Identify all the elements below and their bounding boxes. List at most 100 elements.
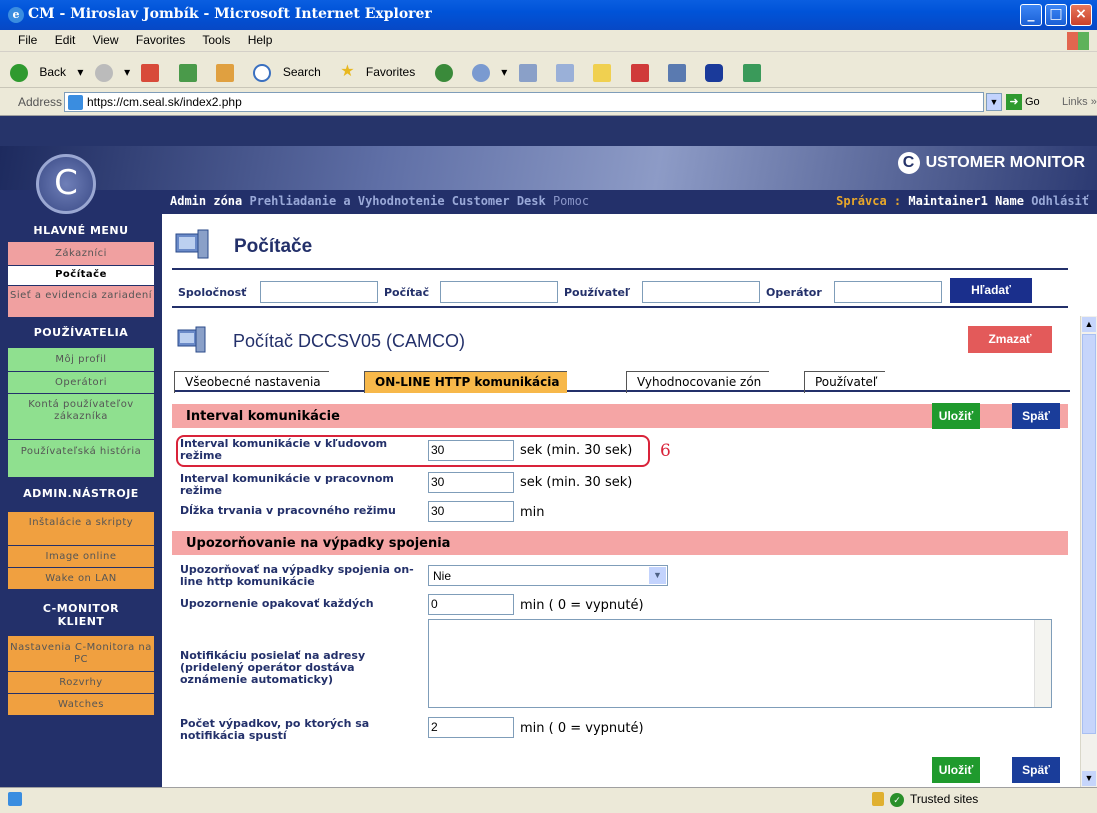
- mail-button[interactable]: ▾: [471, 63, 507, 82]
- menu-edit[interactable]: Edit: [55, 33, 76, 47]
- nav-customer-desk[interactable]: Customer Desk: [452, 194, 546, 208]
- tab-user[interactable]: Používateľ: [804, 371, 886, 393]
- favorites-button[interactable]: ★ Favorites: [340, 61, 423, 81]
- company-input[interactable]: [260, 281, 378, 303]
- sidebar-item-schedules[interactable]: Rozvrhy: [8, 672, 154, 694]
- menu-tools[interactable]: Tools: [202, 33, 230, 47]
- logout-link[interactable]: Odhlásiť: [1031, 194, 1089, 208]
- sidebar-item-computers[interactable]: Počítače: [8, 266, 154, 286]
- annotation-marker: 6: [660, 441, 671, 461]
- bluetooth-button[interactable]: [705, 63, 731, 82]
- save-button-bottom[interactable]: Uložiť: [932, 757, 980, 783]
- extra-button[interactable]: [742, 63, 769, 82]
- tab-bar: Všeobecné nastavenia ON-LINE HTTP komuni…: [174, 368, 1070, 393]
- note-button[interactable]: [593, 63, 619, 82]
- sidebar-item-wake-on-lan[interactable]: Wake on LAN: [8, 568, 154, 590]
- company-label: Spoločnosť: [178, 286, 247, 299]
- app-logo-icon: C: [36, 154, 96, 214]
- home-button[interactable]: [216, 63, 242, 82]
- textarea-scrollbar[interactable]: [1034, 620, 1051, 707]
- window-title: CM - Miroslav Jombík - Microsoft Interne…: [28, 6, 432, 22]
- scroll-down-icon[interactable]: ▼: [1082, 771, 1096, 786]
- sidebar-item-installations[interactable]: Inštalácie a skripty: [8, 512, 154, 546]
- menu-view[interactable]: View: [93, 33, 119, 47]
- tab-online-http[interactable]: ON-LINE HTTP komunikácia: [364, 371, 568, 393]
- emails-label: Notifikáciu posielať na adresy (pridelen…: [180, 649, 366, 686]
- delete-button[interactable]: Zmazať: [968, 326, 1052, 353]
- page-scrollbar[interactable]: ▲ ▼: [1080, 316, 1097, 787]
- sidebar-item-network[interactable]: Sieť a evidencia zariadení: [8, 286, 154, 318]
- search-button[interactable]: Hľadať: [950, 278, 1032, 303]
- operator-label: Operátor: [766, 286, 822, 299]
- nav-admin-zone[interactable]: Admin zóna: [170, 194, 242, 208]
- sidebar-item-user-history[interactable]: Používateľská história: [8, 440, 154, 478]
- sidebar-item-operators[interactable]: Operátori: [8, 372, 154, 394]
- work-duration-input[interactable]: 30: [428, 501, 514, 522]
- menu-file[interactable]: File: [18, 33, 37, 47]
- tab-zone-evaluation[interactable]: Vyhodnocovanie zón: [626, 371, 770, 393]
- computers-icon: [175, 229, 209, 259]
- sidebar-item-my-profile[interactable]: Môj profil: [8, 348, 154, 372]
- refresh-button[interactable]: [178, 63, 205, 82]
- user-name: Maintainer1 Name: [908, 194, 1024, 208]
- sidebar-item-customer-accounts[interactable]: Kontá používateľov zákazníka: [8, 394, 154, 440]
- address-input[interactable]: https://cm.seal.sk/index2.php: [64, 92, 984, 112]
- stop-icon: [141, 63, 160, 82]
- refresh-icon: [178, 63, 197, 82]
- computer-input[interactable]: [440, 281, 558, 303]
- window-title-bar: e CM - Miroslav Jombík - Microsoft Inter…: [0, 0, 1097, 30]
- ie-icon: e: [8, 7, 24, 23]
- minimize-icon[interactable]: _: [1020, 4, 1042, 26]
- nav-help[interactable]: Pomoc: [553, 194, 589, 208]
- print-button[interactable]: [518, 63, 545, 82]
- messenger-button[interactable]: [668, 63, 694, 82]
- maximize-icon[interactable]: □: [1045, 4, 1067, 26]
- forward-button[interactable]: ▾: [94, 63, 130, 82]
- repeat-input[interactable]: 0: [428, 594, 514, 615]
- repeat-note: min ( 0 = vypnuté): [520, 598, 644, 613]
- address-dropdown-icon[interactable]: ▼: [986, 93, 1002, 111]
- computer-icon: [177, 326, 206, 353]
- work-duration-label: Dĺžka trvania v pracovného režimu: [180, 504, 396, 517]
- edit-button[interactable]: [555, 63, 582, 82]
- scroll-up-icon[interactable]: ▲: [1082, 317, 1096, 332]
- sidebar-item-image-online[interactable]: Image online: [8, 546, 154, 568]
- operator-input[interactable]: [834, 281, 942, 303]
- role-label: Správca :: [836, 194, 902, 208]
- emails-textarea[interactable]: [428, 619, 1052, 708]
- banner-top: [0, 116, 1097, 146]
- back-button-bottom[interactable]: Späť: [1012, 757, 1060, 783]
- user-input[interactable]: [642, 281, 760, 303]
- close-icon[interactable]: ×: [1070, 4, 1092, 26]
- tool-icon: [742, 63, 761, 82]
- notify-outage-select[interactable]: Nie ▼: [428, 565, 668, 586]
- nav-browse-evaluate[interactable]: Prehliadanie a Vyhodnotenie: [249, 194, 444, 208]
- lock-icon: [872, 792, 884, 806]
- back-button-top[interactable]: Späť: [1012, 403, 1060, 429]
- search-button[interactable]: Search: [253, 63, 328, 82]
- sidebar-item-cmonitor-settings[interactable]: Nastavenia C-Monitora na PC: [8, 636, 154, 672]
- sidebar-heading-users: POUŽÍVATELIA: [33, 326, 129, 339]
- security-zone: ✓ Trusted sites: [890, 792, 978, 807]
- back-arrow-icon: [10, 63, 28, 82]
- go-button[interactable]: ➜ Go: [1006, 94, 1040, 110]
- chevron-down-icon: ▼: [649, 567, 666, 584]
- save-button-top[interactable]: Uložiť: [932, 403, 980, 429]
- history-button[interactable]: [434, 63, 461, 82]
- sidebar-item-watches[interactable]: Watches: [8, 694, 154, 716]
- research-button[interactable]: [630, 63, 657, 82]
- sidebar-item-customers[interactable]: Zákazníci: [8, 242, 154, 266]
- note-icon: [593, 63, 612, 82]
- search-bar: Spoločnosť Počítač Používateľ Operátor H…: [172, 268, 1068, 308]
- back-button[interactable]: Back ▾: [10, 63, 83, 82]
- page-icon: [68, 95, 83, 110]
- links-button[interactable]: Links »: [1062, 96, 1097, 108]
- stop-button[interactable]: [141, 63, 167, 82]
- work-interval-input[interactable]: 30: [428, 472, 514, 493]
- menu-help[interactable]: Help: [248, 33, 273, 47]
- menu-favorites[interactable]: Favorites: [136, 33, 185, 47]
- tab-general-settings[interactable]: Všeobecné nastavenia: [174, 371, 329, 393]
- scroll-thumb[interactable]: [1082, 334, 1096, 734]
- count-note: min ( 0 = vypnuté): [520, 721, 644, 736]
- count-input[interactable]: 2: [428, 717, 514, 738]
